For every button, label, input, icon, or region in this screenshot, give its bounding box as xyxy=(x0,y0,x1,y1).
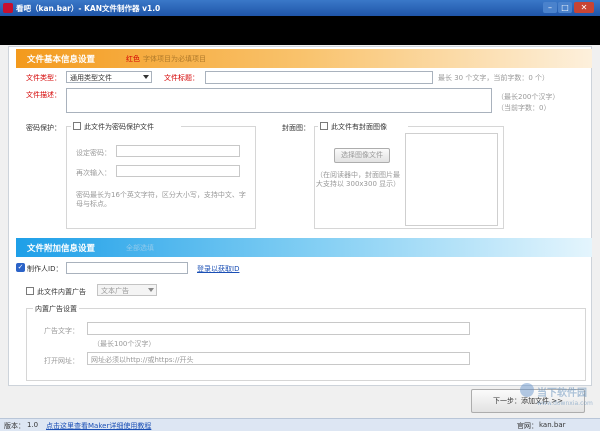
ad-text-label: 广告文字： xyxy=(44,327,79,335)
ad-url-label: 打开网址： xyxy=(44,357,79,365)
title-bar: 看吧（kan.bar）- KAN文件制作器 v1.0 – □ ✕ xyxy=(0,0,600,16)
section-extra-subtitle: 全部选填 xyxy=(126,244,154,252)
ad-checkbox-label: 此文件内置广告 xyxy=(37,288,86,296)
file-desc-counter-current: （当前字数：0） xyxy=(497,104,551,112)
file-title-input[interactable] xyxy=(205,71,433,84)
cover-preview xyxy=(405,133,498,226)
minimize-button[interactable]: – xyxy=(543,2,557,13)
password-hint: 密码最长为16个英文字符，区分大小写，支持中文、字母与标点。 xyxy=(76,191,246,208)
ad-url-input[interactable]: 网址必须以http://或https://开头 xyxy=(87,352,470,365)
required-hint-text: 字体项目为必填项目 xyxy=(143,55,206,63)
ad-url-value: 网址必须以http://或https://开头 xyxy=(91,356,194,364)
version-value: 1.0 xyxy=(27,421,39,429)
app-logo-icon xyxy=(3,3,13,13)
chevron-down-icon xyxy=(148,288,154,292)
close-button[interactable]: ✕ xyxy=(574,2,594,13)
file-type-label: 文件类型： xyxy=(26,74,61,82)
ad-checkbox[interactable] xyxy=(26,287,34,295)
banner-area xyxy=(0,16,600,45)
file-type-value: 通用类型文件 xyxy=(70,74,112,82)
select-image-button[interactable]: 选择图像文件 xyxy=(334,148,390,163)
repeat-password-input[interactable] xyxy=(116,165,240,177)
repeat-password-label: 再次输入： xyxy=(76,169,111,177)
required-hint-red: 红色 xyxy=(126,55,140,63)
section-extra-title: 文件附加信息设置 xyxy=(27,244,96,254)
cover-checkbox-row[interactable]: 此文件有封面图像 xyxy=(318,120,408,132)
cover-checkbox-label: 此文件有封面图像 xyxy=(331,123,387,131)
site-value: kan.bar xyxy=(539,421,566,429)
status-bar: 版本： 1.0 点击这里查看Maker详细使用教程 官网： kan.bar xyxy=(0,418,600,431)
get-id-link[interactable]: 登录以获取ID xyxy=(197,264,239,274)
ad-text-hint: （最长100个汉字） xyxy=(93,340,156,348)
password-checkbox-row[interactable]: 此文件为密码保护文件 xyxy=(71,120,181,132)
ad-type-value: 文本广告 xyxy=(101,287,129,295)
ad-settings-title: 内置广告设置 xyxy=(33,304,79,314)
password-checkbox-label: 此文件为密码保护文件 xyxy=(84,123,154,131)
site-label: 官网： xyxy=(517,422,538,430)
section-extra-header: 文件附加信息设置 全部选填 xyxy=(16,238,592,257)
section-basic-title: 文件基本信息设置 xyxy=(27,55,96,65)
set-password-label: 设定密码： xyxy=(76,149,111,157)
file-desc-textarea[interactable] xyxy=(66,88,492,113)
maximize-button[interactable]: □ xyxy=(558,2,572,13)
cover-checkbox[interactable] xyxy=(320,122,328,130)
cover-hint: （在阅读器中，封面图片最大支持以 300x300 显示） xyxy=(315,171,401,188)
next-add-file-button[interactable]: 下一步：添加文件 >> xyxy=(471,389,585,413)
password-checkbox[interactable] xyxy=(73,122,81,130)
set-password-input[interactable] xyxy=(116,145,240,157)
author-checkbox-icon[interactable]: ✓ xyxy=(16,263,25,272)
author-id-input[interactable] xyxy=(66,262,188,274)
author-id-label: 制作人ID： xyxy=(27,265,63,273)
chevron-down-icon xyxy=(143,75,149,79)
version-label: 版本： xyxy=(4,422,25,430)
tutorial-link[interactable]: 点击这里查看Maker详细使用教程 xyxy=(46,421,151,431)
file-title-label: 文件标题： xyxy=(164,74,199,82)
file-desc-label: 文件描述： xyxy=(26,91,61,99)
section-basic-header: 文件基本信息设置 红色 字体项目为必填项目 xyxy=(16,49,592,68)
select-image-button-label: 选择图像文件 xyxy=(341,151,383,159)
password-section-label: 密码保护： xyxy=(26,124,61,132)
window-title: 看吧（kan.bar）- KAN文件制作器 v1.0 xyxy=(16,4,161,13)
cover-section-label: 封面图： xyxy=(282,124,310,132)
ad-type-select[interactable]: 文本广告 xyxy=(97,284,157,296)
file-title-counter: 最长 30 个文字，当前字数：0 个） xyxy=(438,74,550,82)
next-button-label: 下一步：添加文件 >> xyxy=(493,397,563,405)
file-type-select[interactable]: 通用类型文件 xyxy=(66,71,152,83)
file-desc-counter-max: （最长200个汉字） xyxy=(497,93,560,101)
ad-text-input[interactable] xyxy=(87,322,470,335)
